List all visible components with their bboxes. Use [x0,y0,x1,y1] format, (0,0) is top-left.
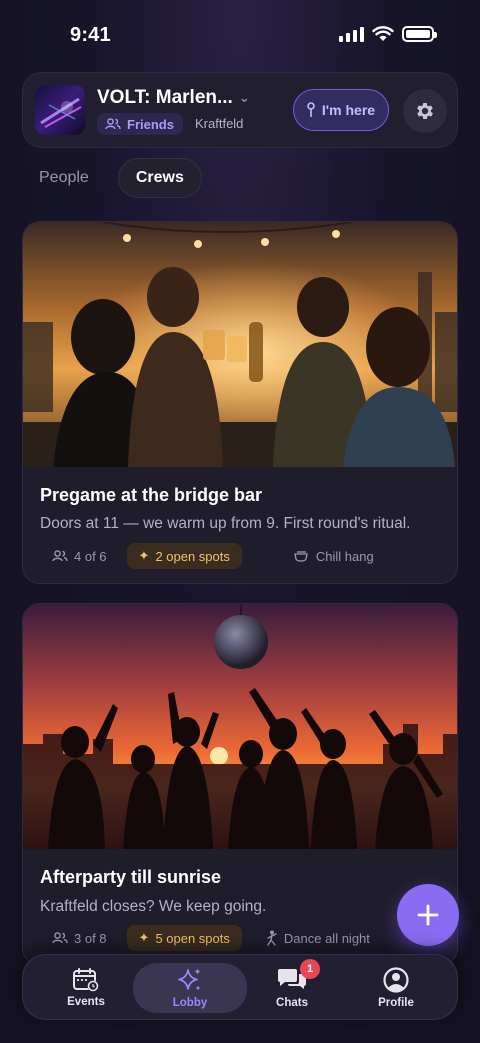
crew-title: Pregame at the bridge bar [40,485,263,505]
crew-card[interactable]: Afterparty till sunrise Kraftfeld closes… [22,603,458,966]
friends-badge-label: Friends [127,116,174,132]
vibe-tag: Chill hang [282,543,386,569]
bottom-nav: Events Lobby Chats 1 Profile [22,954,458,1020]
open-spots-badge: ✦ 2 open spots [126,543,242,569]
wifi-icon [372,26,394,41]
settings-button[interactable] [403,89,447,133]
pin-icon [307,102,315,117]
crew-description: Doors at 11 — we warm up from 9. First r… [40,515,411,532]
unread-badge: 1 [300,959,320,979]
nav-profile-label: Profile [378,997,414,1009]
nav-chats-label: Chats [276,997,308,1009]
status-time: 9:41 [70,24,111,46]
im-here-button[interactable]: I'm here [293,89,389,131]
people-icon [52,932,68,944]
sparkle-icon: ✦ [138,930,150,945]
nav-chats[interactable]: Chats 1 [237,959,347,1013]
crew-card[interactable]: Pregame at the bridge bar Doors at 11 — … [22,221,458,584]
member-count: 4 of 6 [40,543,119,569]
nav-events-label: Events [67,996,105,1008]
profile-icon [383,967,409,993]
vibe-tag: Dance all night [254,925,382,951]
crew-meta: 3 of 8 ✦ 5 open spots Dance all night [40,925,382,951]
vibe-label: Chill hang [315,548,374,564]
plus-icon [417,904,439,926]
dancer-icon [267,930,277,946]
create-crew-button[interactable] [397,884,459,946]
vibe-label: Dance all night [283,930,370,946]
crew-photo [23,222,457,467]
crew-title: Afterparty till sunrise [40,867,222,887]
people-icon [105,118,121,130]
sparkle-icon: ✦ [138,548,150,563]
im-here-label: I'm here [321,102,376,118]
open-spots-label: 5 open spots [155,930,230,946]
battery-icon [402,26,437,42]
lobby-tabs: People Crews [22,158,202,198]
event-title: VOLT: Marlen... [97,87,233,108]
chevron-down-icon: ⌄ [238,90,250,105]
friends-badge[interactable]: Friends [97,113,183,135]
crew-meta: 4 of 6 ✦ 2 open spots Chill hang [40,543,386,569]
event-thumbnail[interactable] [35,85,85,135]
people-icon [52,550,68,562]
coffee-icon [294,551,308,562]
crew-photo [23,604,457,849]
event-header: VOLT: Marlen... ⌄ Friends Kraftfeld I'm … [22,72,458,148]
member-count-label: 3 of 8 [74,930,107,946]
crew-description: Kraftfeld closes? We keep going. [40,898,267,915]
nav-events[interactable]: Events [31,963,141,1013]
gear-icon [417,103,433,119]
venue-name: Kraftfeld [195,116,244,131]
nav-profile[interactable]: Profile [341,963,451,1013]
nav-lobby[interactable]: Lobby [133,963,247,1013]
tab-people[interactable]: People [22,158,106,198]
nav-lobby-label: Lobby [172,997,208,1009]
event-selector[interactable]: VOLT: Marlen... ⌄ [97,87,250,109]
sparkle-icon [178,968,201,990]
tab-crews[interactable]: Crews [117,158,202,198]
open-spots-badge: ✦ 5 open spots [126,925,242,951]
calendar-icon [73,968,99,992]
status-icons [339,26,437,42]
member-count: 3 of 8 [40,925,119,951]
signal-icon [339,26,364,42]
open-spots-label: 2 open spots [155,548,230,564]
member-count-label: 4 of 6 [74,548,107,564]
status-bar: 9:41 [0,0,480,70]
